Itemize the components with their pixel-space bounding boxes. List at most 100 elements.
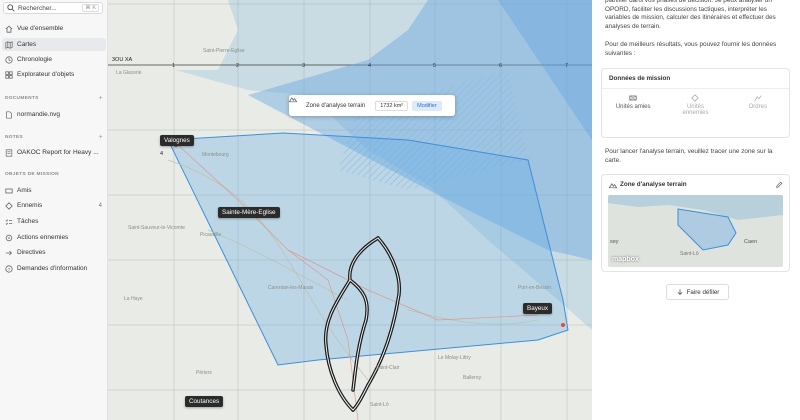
nav-overview[interactable]: Vue d'ensemble <box>2 22 106 35</box>
map-place-label: Saint-Pierre-Eglise <box>203 48 245 54</box>
nav-label: Cartes <box>17 41 37 48</box>
search-icon <box>7 4 15 12</box>
mission-label: Demandes d'information <box>17 265 88 272</box>
zone-area: 1732 km² <box>375 100 409 111</box>
map-place-label: Carentan-les-Marais <box>268 285 314 291</box>
nav-label: Vue d'ensemble <box>17 25 64 32</box>
file-icon <box>5 110 13 119</box>
nav-label: Explorateur d'objets <box>17 71 75 78</box>
minimap-label: Saint-Lô <box>680 251 699 257</box>
nav-maps[interactable]: Cartes <box>2 38 106 51</box>
nav-object-explorer[interactable]: Explorateur d'objets <box>2 68 106 81</box>
nav-timeline[interactable]: Chronologie <box>2 53 106 66</box>
terrain-minimap[interactable]: sey Caen Saint-Lô mapbox <box>608 195 783 267</box>
mission-orders[interactable]: Ordres <box>727 94 789 116</box>
place-tag-sainte-mere-eglise[interactable]: Sainte-Mère-Eglise <box>218 207 280 218</box>
zone-popup: Zone d'analyse terrain 1732 km² Modifier <box>289 95 455 116</box>
place-tag-valognes[interactable]: Valognes <box>160 135 194 146</box>
mission-label: Ennemis <box>17 202 43 209</box>
grid-number: 3 <box>302 63 306 69</box>
map-place-label: Balleroy <box>463 375 482 381</box>
sidebar: Rechercher... ⌘ K Vue d'ensemble Cartes … <box>0 0 108 420</box>
edit-zone-button[interactable]: Modifier <box>412 100 442 111</box>
grid-number: 4 <box>160 151 164 157</box>
documents-heading: DOCUMENTS + <box>5 95 103 102</box>
mission-item-enemy-actions[interactable]: Actions ennemies <box>2 231 106 244</box>
target-icon <box>5 234 13 242</box>
map-place-label: Picauville <box>200 232 222 238</box>
mapbox-logo: mapbox <box>612 256 639 263</box>
map-canvas[interactable] <box>108 0 592 420</box>
mission-item-directives[interactable]: Directives <box>2 246 106 259</box>
map-place-label: La Glacerie <box>116 70 142 76</box>
home-icon <box>5 25 13 33</box>
scroll-button-label: Faire défiler <box>686 288 720 296</box>
bayeux-marker[interactable] <box>561 323 565 327</box>
question-icon: ? <box>5 264 13 273</box>
terrain-icon <box>289 97 302 110</box>
place-tag-bayeux[interactable]: Bayeux <box>523 303 553 314</box>
enemy-count: 4 <box>98 202 102 209</box>
mission-item-enemies[interactable]: Ennemis 4 <box>2 199 106 212</box>
terrain-card-title: Zone d'analyse terrain <box>620 181 687 188</box>
search-input[interactable]: Rechercher... <box>18 5 57 12</box>
enemy-units-icon <box>691 94 700 102</box>
minimap-label: sey <box>610 239 619 245</box>
svg-text:?: ? <box>8 266 11 272</box>
grid-number: 4 <box>368 63 372 69</box>
add-note-button[interactable]: + <box>99 134 103 141</box>
grid-zone-label: 3OU XA <box>112 57 133 63</box>
scroll-down-button[interactable]: Faire défiler <box>666 284 729 300</box>
mission-data-items: Unités amies Unités ennemies Ordres <box>602 94 789 116</box>
map-view[interactable]: Saint-Pierre-Eglise La Glacerie Montebou… <box>108 0 592 420</box>
mission-item-label: Unités ennemies <box>682 104 709 116</box>
mission-enemy-units[interactable]: Unités ennemies <box>664 94 726 116</box>
grid-number: 2 <box>236 63 240 69</box>
mission-objects-heading: OBJETS DE MISSION <box>5 172 103 177</box>
friendly-units-icon <box>5 187 13 195</box>
document-item[interactable]: normandie.nvg <box>2 108 106 121</box>
search-box[interactable]: Rechercher... ⌘ K <box>3 2 103 14</box>
place-tag-coutances[interactable]: Coutances <box>185 396 224 407</box>
orders-icon <box>754 94 762 102</box>
mission-item-tasks[interactable]: Tâches <box>2 215 106 228</box>
enemy-units-icon <box>5 201 13 210</box>
grid-number: 1 <box>172 63 176 69</box>
document-label: normandie.nvg <box>17 111 60 118</box>
directive-icon <box>5 249 13 257</box>
mission-item-info-requests[interactable]: ? Demandes d'information <box>2 262 106 275</box>
map-place-label: Périers <box>196 370 212 376</box>
zone-popup-title: Zone d'analyse terrain <box>306 102 366 109</box>
notes-heading: NOTES + <box>5 134 103 141</box>
nav-label: Chronologie <box>17 56 53 63</box>
map-place-label: Port-en-Bessin <box>518 285 552 291</box>
section-title: OBJETS DE MISSION <box>5 172 59 177</box>
mission-data-card: Données de mission Unités amies Unités e… <box>601 68 790 138</box>
map-place-label: Montebourg <box>202 152 229 158</box>
mission-label: Tâches <box>17 218 39 225</box>
minimap-label: Caen <box>744 239 758 245</box>
mission-label: Directives <box>17 249 46 256</box>
map-place-label: La Haye <box>124 296 143 302</box>
edit-pencil-icon[interactable] <box>775 181 783 189</box>
section-title: NOTES <box>5 135 24 140</box>
mission-data-title: Données de mission <box>609 75 671 82</box>
map-place-label: Le Molay-Littry <box>438 355 471 361</box>
arrow-down-icon <box>676 288 684 296</box>
mission-item-label: Ordres <box>748 104 767 110</box>
launch-instructions: Pour lancer l'analyse terrain, veuillez … <box>605 148 773 164</box>
add-document-button[interactable]: + <box>99 95 103 102</box>
mission-friendly-units[interactable]: Unités amies <box>602 94 664 116</box>
grid-number: 7 <box>565 63 569 69</box>
grid-number: 5 <box>433 63 437 69</box>
mission-item-friends[interactable]: Amis <box>2 184 106 197</box>
assistant-intro: planifier dans vos phases de décision. J… <box>605 0 776 30</box>
map-place-label: Saint-Lô <box>370 402 389 408</box>
note-item[interactable]: OAKOC Report for Heavy ... <box>2 146 106 159</box>
assistant-tip: Pour de meilleurs résultats, vous pouvez… <box>605 41 777 57</box>
shortcut-hint: ⌘ K <box>82 4 99 12</box>
grid-number: 6 <box>499 63 503 69</box>
section-title: DOCUMENTS <box>5 96 39 101</box>
mission-item-label: Unités amies <box>615 104 651 110</box>
clock-icon <box>5 55 13 64</box>
